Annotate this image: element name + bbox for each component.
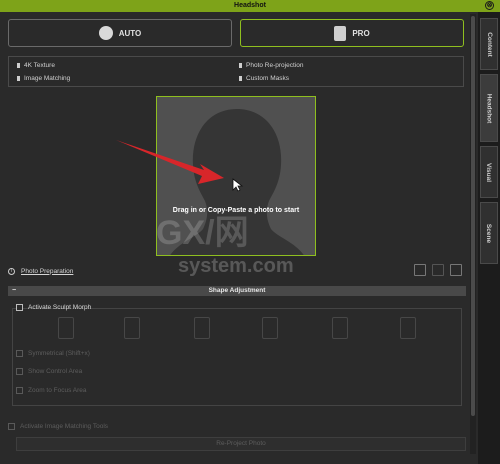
watermark-text-top: GX/网 [156, 214, 249, 252]
scrollbar-thumb[interactable] [471, 16, 475, 416]
tab-content[interactable]: Content [480, 18, 498, 70]
save-photo-icon[interactable] [432, 264, 444, 276]
auto-mode-button[interactable]: AUTO [8, 19, 232, 47]
feature-item: Image Matching [17, 75, 70, 82]
show-control-area-row[interactable]: Show Control Area [16, 368, 82, 375]
pro-mode-button[interactable]: PRO [240, 19, 464, 47]
feature-item: Custom Masks [239, 75, 289, 82]
ear-tool-icon[interactable] [400, 317, 416, 339]
load-photo-icon[interactable] [414, 264, 426, 276]
zoom-focus-checkbox[interactable] [16, 387, 23, 394]
tab-visual-label: Visual [485, 162, 493, 182]
close-icon[interactable]: ⊗ [485, 1, 494, 10]
photo-preparation-link[interactable]: Photo Preparation [21, 268, 73, 275]
tab-visual[interactable]: Visual [480, 146, 498, 198]
activate-sculpt-morph-checkbox[interactable] [16, 304, 23, 311]
mouth-tool-icon[interactable] [332, 317, 348, 339]
feature-label: Image Matching [24, 75, 71, 82]
scrollbar[interactable] [470, 14, 476, 454]
reproject-photo-button[interactable]: Re-Project Photo [16, 437, 466, 451]
bullet-icon [17, 63, 20, 68]
bullet-icon [17, 76, 20, 81]
feature-label: Photo Re-projection [246, 62, 304, 69]
bullet-icon [239, 76, 242, 81]
pro-mode-label: PRO [352, 28, 370, 38]
tab-headshot[interactable]: Headshot [480, 74, 498, 142]
feature-label: 4K Texture [24, 62, 55, 69]
symmetrical-row[interactable]: Symmetrical (Shift+x) [16, 350, 90, 357]
activate-sculpt-morph-row[interactable]: Activate Sculpt Morph [16, 304, 91, 311]
bullet-icon [239, 63, 242, 68]
tab-scene[interactable]: Scene [480, 202, 498, 264]
paste-photo-icon[interactable] [450, 264, 462, 276]
tab-headshot-label: Headshot [485, 93, 493, 123]
title-bar: Headshot ⊗ [0, 0, 500, 12]
auto-mode-label: AUTO [118, 28, 142, 38]
feature-label: Custom Masks [246, 75, 289, 82]
move-tool-icon[interactable] [124, 317, 140, 339]
tab-content-label: Content [485, 31, 493, 57]
zoom-focus-row[interactable]: Zoom to Focus Area [16, 387, 87, 394]
show-control-area-checkbox[interactable] [16, 368, 23, 375]
sculpt-tool-icon[interactable] [58, 317, 74, 339]
symmetrical-label: Symmetrical (Shift+x) [28, 350, 90, 357]
activate-image-matching-label: Activate Image Matching Tools [20, 423, 109, 430]
activate-sculpt-morph-label: Activate Sculpt Morph [28, 304, 92, 311]
pro-head-icon [334, 25, 347, 41]
feature-item: Photo Re-projection [239, 62, 303, 69]
feature-item: 4K Texture [17, 62, 55, 69]
watermark-text-bottom: system.com [178, 255, 294, 277]
shape-adjustment-title: Shape Adjustment [208, 287, 266, 294]
auto-head-icon [98, 26, 113, 40]
activate-image-matching-checkbox[interactable] [8, 423, 15, 430]
right-tab-strip: Content Headshot Visual Scene [478, 12, 500, 464]
activate-image-matching-row[interactable]: Activate Image Matching Tools [8, 423, 108, 430]
red-arrow-annotation [116, 140, 224, 184]
info-icon: i [8, 267, 15, 275]
nose-tool-icon[interactable] [262, 317, 278, 339]
zoom-focus-label: Zoom to Focus Area [28, 387, 87, 394]
site-watermark: GX/网 system.com [156, 214, 294, 277]
collapse-icon[interactable]: − [12, 286, 16, 296]
symmetrical-checkbox[interactable] [16, 350, 23, 357]
window-title: Headshot [234, 2, 266, 9]
photo-preparation-row: i Photo Preparation [8, 265, 73, 277]
mouse-cursor-icon [232, 178, 244, 192]
pro-features-box: 4K Texture Photo Re-projection Image Mat… [8, 56, 464, 87]
show-control-area-label: Show Control Area [28, 368, 83, 375]
shape-adjustment-header[interactable]: − Shape Adjustment [8, 286, 466, 296]
sculpt-morph-group: Activate Sculpt Morph Symmetrical (Shift… [8, 300, 466, 408]
eye-tool-icon[interactable] [194, 317, 210, 339]
tab-scene-label: Scene [485, 223, 493, 243]
